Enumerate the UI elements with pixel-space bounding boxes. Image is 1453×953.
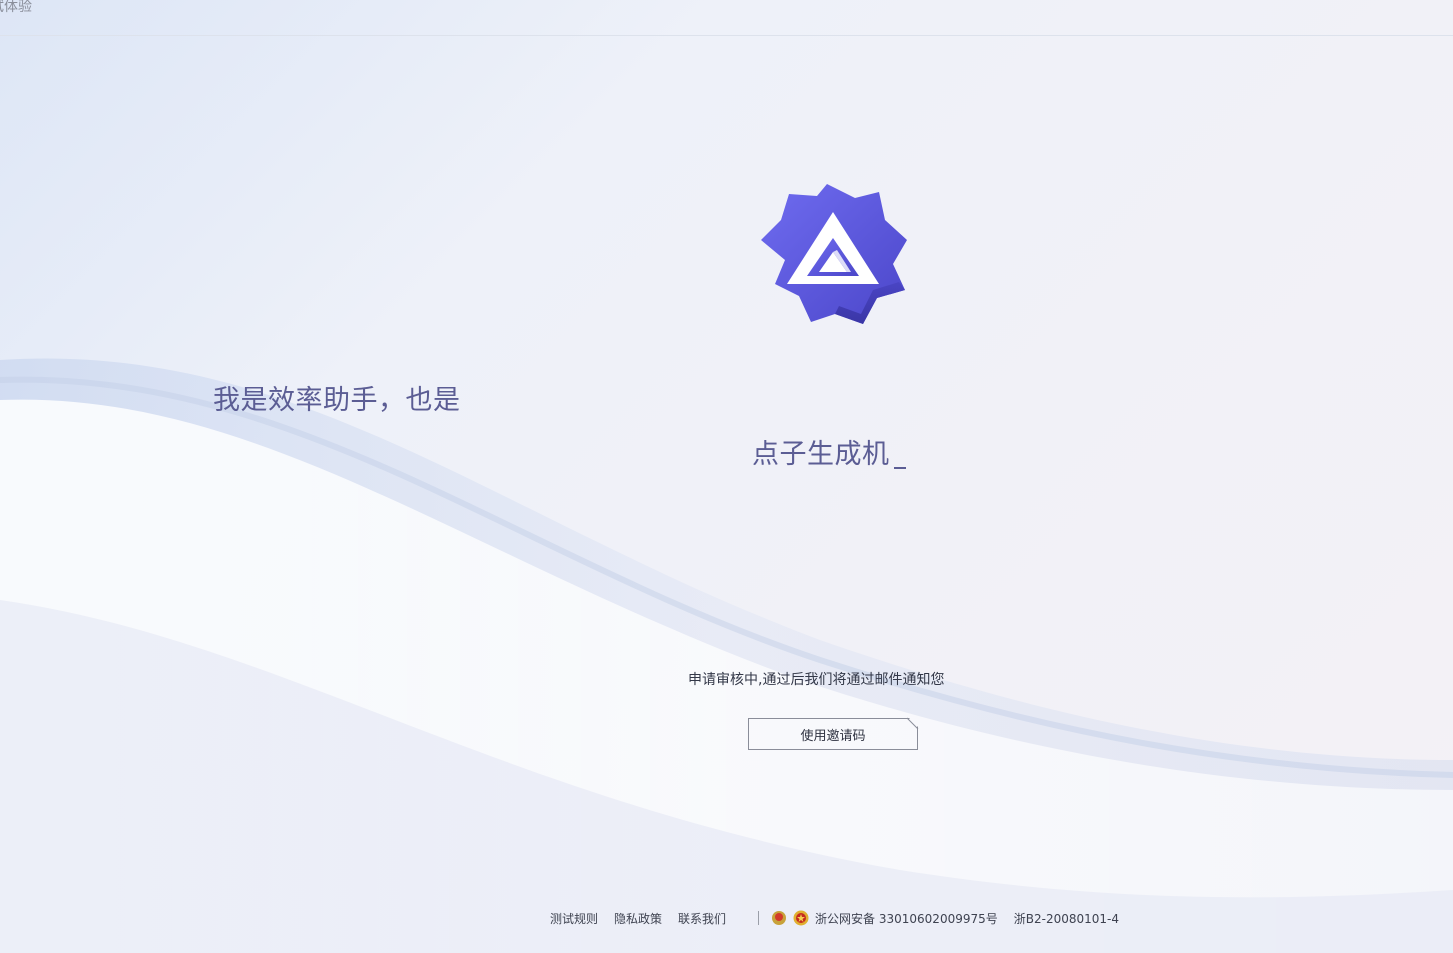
footer-link-test-rules[interactable]: 测试规则 [550, 910, 598, 927]
hero-line-2-text: 点子生成机 [752, 439, 890, 470]
footer-link-contact: 联系我们 [678, 911, 727, 926]
footer: 测试规则 隐私政策 联系我们 浙公网安备 33010602009975号 浙B2… [550, 908, 1119, 928]
typing-cursor [893, 467, 906, 469]
hero-line-1: 我是效率助手，也是 [213, 385, 461, 416]
hero-line-2: 点子生成机 [0, 432, 1453, 471]
use-invite-code-button[interactable]: 使用邀请码 [748, 718, 918, 750]
background-wave-decoration [0, 358, 1453, 953]
top-bar: 试体验 [0, 0, 1453, 36]
icp-license[interactable]: 浙B2-20080101-4 [1014, 910, 1119, 927]
police-emblem-icon [772, 911, 787, 925]
tongyi-logo-icon [761, 184, 907, 324]
footer-link-privacy[interactable]: 隐私政策 [614, 910, 662, 927]
police-record-number[interactable]: 浙公网安备 33010602009975号 [815, 910, 998, 927]
review-status-message: 申请审核中,通过后我们将通过邮件通知您 [688, 672, 945, 688]
page-title: 试体验 [0, 0, 32, 15]
footer-divider [758, 911, 760, 925]
police-badge-icon [793, 910, 809, 926]
